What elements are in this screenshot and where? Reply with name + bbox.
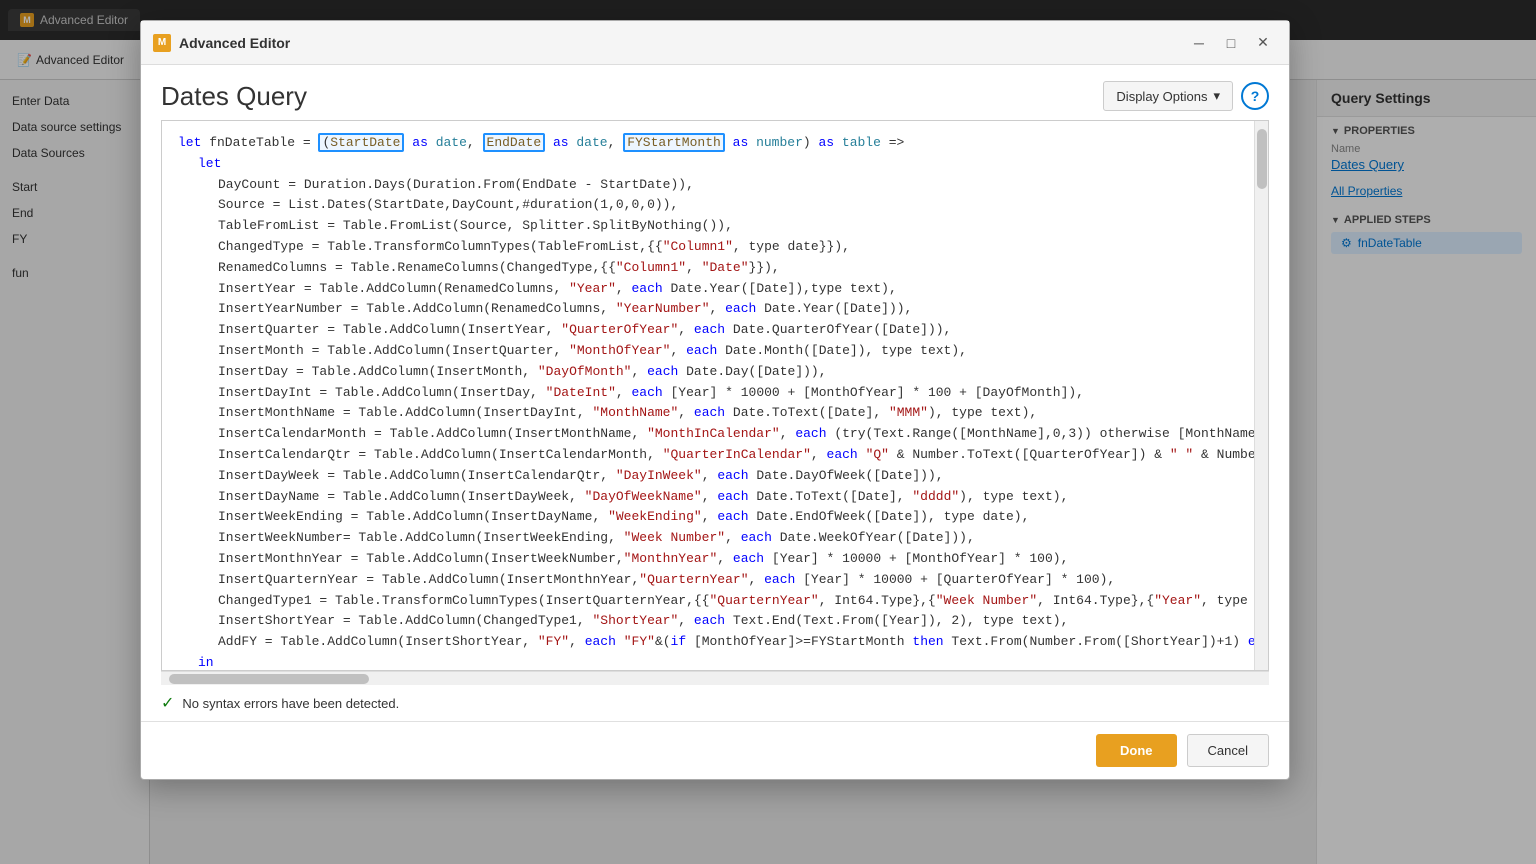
code-line-25: AddFY = Table.AddColumn(InsertShortYear,…	[178, 632, 1238, 653]
dialog-titlebar: M Advanced Editor ─ □ ✕	[141, 21, 1289, 65]
code-vertical-scrollbar[interactable]	[1254, 121, 1268, 670]
code-line-26: in	[178, 653, 1238, 670]
dialog-header: Dates Query Display Options ▾ ?	[141, 65, 1289, 120]
query-title: Dates Query	[161, 81, 307, 112]
h-scrollbar-thumb[interactable]	[169, 674, 369, 684]
code-horizontal-scrollbar[interactable]	[161, 671, 1269, 685]
code-line-8: InsertYear = Table.AddColumn(RenamedColu…	[178, 279, 1238, 300]
code-line-21: InsertMonthnYear = Table.AddColumn(Inser…	[178, 549, 1238, 570]
code-line-13: InsertDayInt = Table.AddColumn(InsertDay…	[178, 383, 1238, 404]
dialog-close-btn[interactable]: ✕	[1249, 29, 1277, 57]
code-scroll-area[interactable]: let fnDateTable = (StartDate as date, En…	[162, 121, 1254, 670]
code-line-17: InsertDayWeek = Table.AddColumn(InsertCa…	[178, 466, 1238, 487]
dialog-title-left: M Advanced Editor	[153, 34, 290, 52]
dialog-title-icon: M	[153, 34, 171, 52]
display-options-btn[interactable]: Display Options ▾	[1103, 81, 1233, 111]
dialog-controls: ─ □ ✕	[1185, 29, 1277, 57]
code-line-3: DayCount = Duration.Days(Duration.From(E…	[178, 175, 1238, 196]
done-button[interactable]: Done	[1096, 734, 1177, 767]
code-line-18: InsertDayName = Table.AddColumn(InsertDa…	[178, 487, 1238, 508]
dialog-title-text: Advanced Editor	[179, 35, 290, 51]
code-line-6: ChangedType = Table.TransformColumnTypes…	[178, 237, 1238, 258]
code-line-2: let	[178, 154, 1238, 175]
code-line-15: InsertCalendarMonth = Table.AddColumn(In…	[178, 424, 1238, 445]
dialog-maximize-btn[interactable]: □	[1217, 29, 1245, 57]
status-check-icon: ✓	[161, 693, 174, 713]
advanced-editor-dialog: M Advanced Editor ─ □ ✕ Dates Query Disp…	[140, 20, 1290, 780]
code-scrollbar-thumb[interactable]	[1257, 129, 1267, 189]
display-options-dropdown-icon: ▾	[1213, 88, 1220, 104]
code-line-4: Source = List.Dates(StartDate,DayCount,#…	[178, 195, 1238, 216]
modal-overlay: M Advanced Editor ─ □ ✕ Dates Query Disp…	[0, 0, 1536, 864]
dialog-footer: Done Cancel	[141, 721, 1289, 779]
code-line-24: InsertShortYear = Table.AddColumn(Change…	[178, 611, 1238, 632]
code-line-10: InsertQuarter = Table.AddColumn(InsertYe…	[178, 320, 1238, 341]
code-line-12: InsertDay = Table.AddColumn(InsertMonth,…	[178, 362, 1238, 383]
cancel-button[interactable]: Cancel	[1187, 734, 1269, 767]
display-options-label: Display Options	[1116, 89, 1207, 104]
code-line-22: InsertQuarternYear = Table.AddColumn(Ins…	[178, 570, 1238, 591]
status-text: No syntax errors have been detected.	[182, 696, 399, 711]
param-enddate-box: EndDate	[483, 133, 546, 152]
code-line-20: InsertWeekNumber= Table.AddColumn(Insert…	[178, 528, 1238, 549]
help-btn[interactable]: ?	[1241, 82, 1269, 110]
code-line-23: ChangedType1 = Table.TransformColumnType…	[178, 591, 1238, 612]
display-options-area: Display Options ▾ ?	[1103, 81, 1269, 111]
code-line-14: InsertMonthName = Table.AddColumn(Insert…	[178, 403, 1238, 424]
code-line-19: InsertWeekEnding = Table.AddColumn(Inser…	[178, 507, 1238, 528]
code-line-5: TableFromList = Table.FromList(Source, S…	[178, 216, 1238, 237]
code-line-9: InsertYearNumber = Table.AddColumn(Renam…	[178, 299, 1238, 320]
code-line-16: InsertCalendarQtr = Table.AddColumn(Inse…	[178, 445, 1238, 466]
code-line-11: InsertMonth = Table.AddColumn(InsertQuar…	[178, 341, 1238, 362]
status-bar: ✓ No syntax errors have been detected.	[141, 685, 1289, 721]
code-line-7: RenamedColumns = Table.RenameColumns(Cha…	[178, 258, 1238, 279]
code-line-1: let fnDateTable = (StartDate as date, En…	[178, 133, 1238, 154]
code-editor[interactable]: let fnDateTable = (StartDate as date, En…	[161, 120, 1269, 671]
dialog-minimize-btn[interactable]: ─	[1185, 29, 1213, 57]
param-startdate-box: (StartDate	[318, 133, 404, 152]
param-fystartmonth-box: FYStartMonth	[623, 133, 725, 152]
